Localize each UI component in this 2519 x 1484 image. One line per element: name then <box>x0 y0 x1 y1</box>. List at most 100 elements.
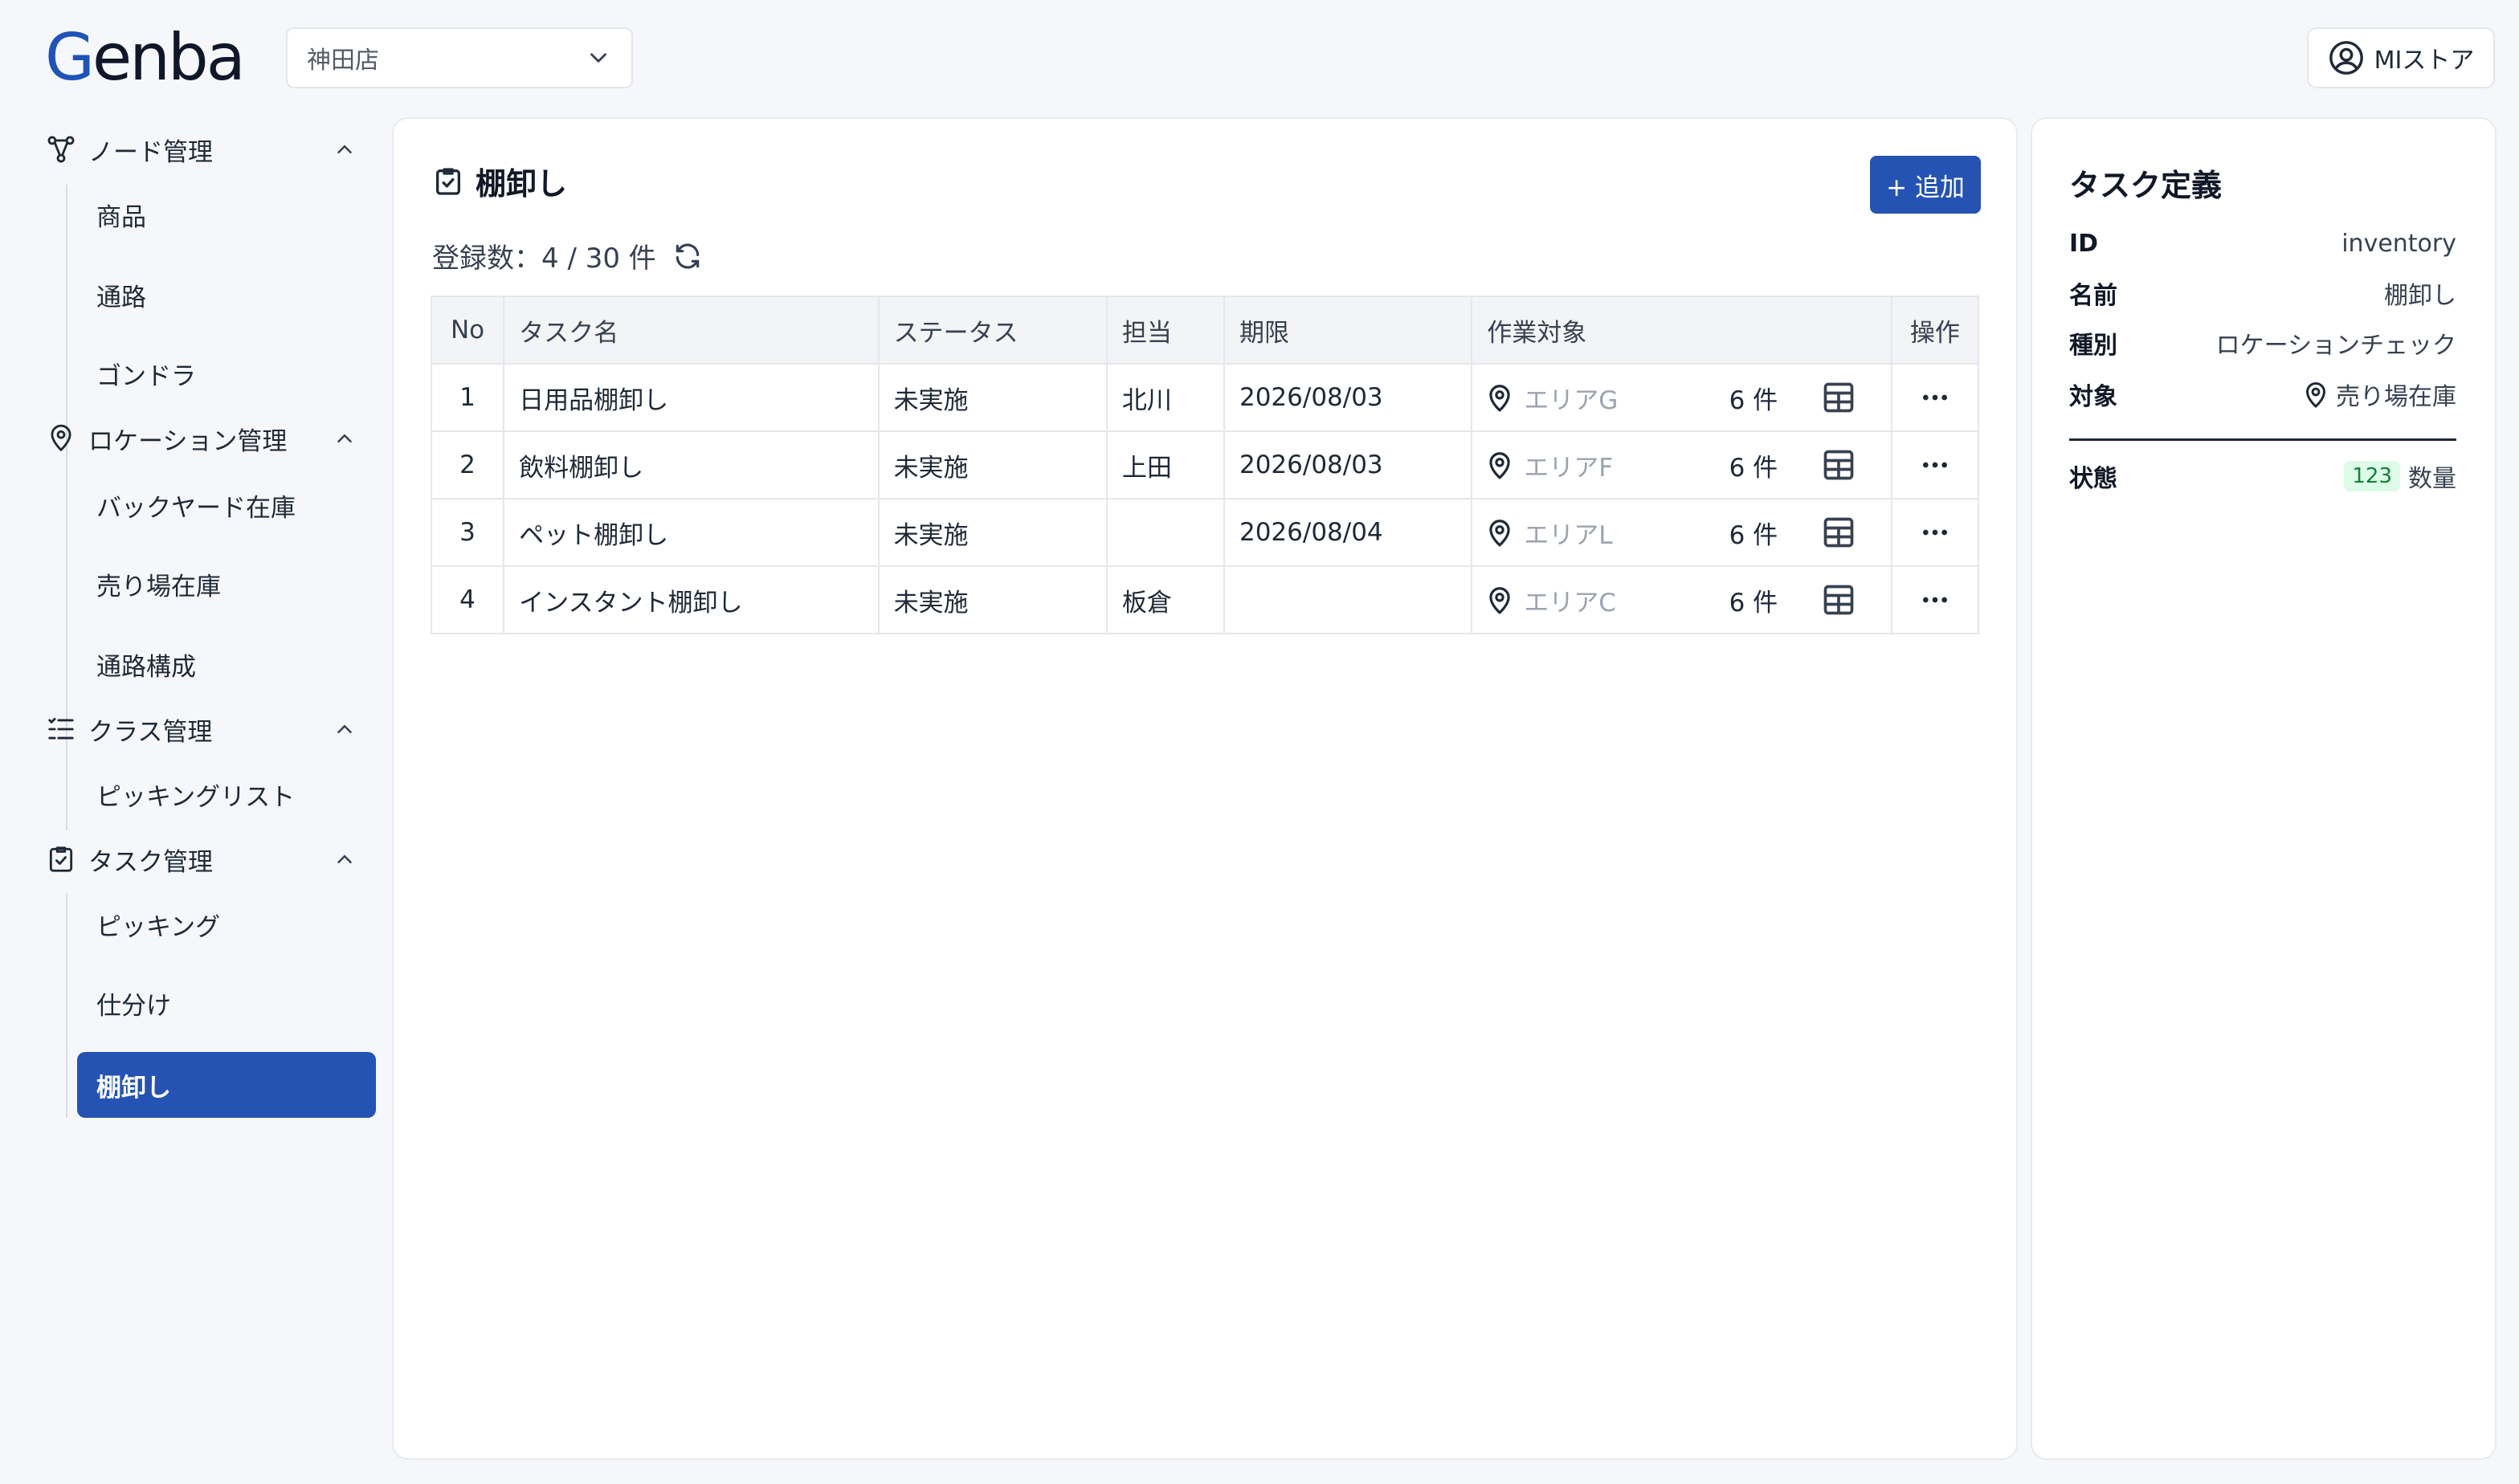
cell-task-name: インスタント棚卸し <box>503 565 880 634</box>
cell-target: エリアL <box>1471 498 1715 567</box>
table-icon[interactable] <box>1821 582 1856 618</box>
task-list-panel: 棚卸し + 追加 登録数：4 / 30 件 No タスク名 ステータス 担当 期… <box>392 117 2018 1460</box>
cell-actions[interactable] <box>1890 565 1980 634</box>
table-icon[interactable] <box>1821 515 1856 550</box>
more-horizontal-icon[interactable] <box>1919 516 1951 548</box>
sidebar-section-task[interactable]: タスク管理 <box>45 835 366 883</box>
clipboard-check-icon <box>45 843 77 875</box>
cell-status: 未実施 <box>877 430 1108 499</box>
sidebar-item-inventory[interactable]: 棚卸し <box>77 1052 376 1118</box>
more-horizontal-icon[interactable] <box>1919 449 1951 481</box>
sidebar-item-gondola[interactable]: ゴンドラ <box>77 340 376 406</box>
column-header-target[interactable]: 作業対象 <box>1471 296 1715 365</box>
detail-key: ID <box>2069 229 2099 258</box>
cell-actions[interactable] <box>1890 498 1980 567</box>
column-header-assignee[interactable]: 担当 <box>1105 296 1225 365</box>
sidebar-section-node[interactable]: ノード管理 <box>45 125 366 173</box>
cell-table-view[interactable] <box>1786 430 1892 499</box>
sidebar-section-label: ロケーション管理 <box>88 426 288 456</box>
sidebar-item-picking-list[interactable]: ピッキングリスト <box>77 761 376 827</box>
table-icon[interactable] <box>1821 447 1856 483</box>
cell-count: 6 件 <box>1714 430 1787 499</box>
more-horizontal-icon[interactable] <box>1919 584 1951 616</box>
detail-key: 状態 <box>2069 465 2117 493</box>
chevron-up-icon[interactable] <box>333 137 357 161</box>
sidebar-item-floor-stock[interactable]: 売り場在庫 <box>77 551 376 617</box>
sidebar-section-label: ノード管理 <box>88 137 213 167</box>
clipboard-check-icon <box>436 167 460 195</box>
record-count: 登録数：4 / 30 件 <box>432 236 703 275</box>
detail-value: inventory <box>2341 229 2456 258</box>
refresh-icon[interactable] <box>672 241 703 271</box>
table-row[interactable]: 4 インスタント棚卸し 未実施 板倉 エリアC 6 件 <box>430 565 1980 634</box>
cell-assignee: 板倉 <box>1105 565 1225 634</box>
cell-area: エリアL <box>1524 520 1613 550</box>
detail-value: ロケーションチェック <box>2215 332 2456 360</box>
detail-value: 数量 <box>2408 465 2456 493</box>
sidebar-section-label: クラス管理 <box>88 717 213 747</box>
cell-actions[interactable] <box>1890 363 1980 432</box>
sidebar-item-aisle-layout[interactable]: 通路構成 <box>77 631 376 697</box>
cell-status: 未実施 <box>877 363 1108 432</box>
table-row[interactable]: 3 ペット棚卸し 未実施 2026/08/04 エリアL 6 件 <box>430 498 1980 567</box>
cell-table-view[interactable] <box>1786 363 1892 432</box>
sidebar-section-location[interactable]: ロケーション管理 <box>45 414 366 463</box>
cell-no: 3 <box>430 498 505 567</box>
list-check-icon <box>45 713 77 745</box>
user-account-button[interactable]: MIストア <box>2307 27 2495 88</box>
table-row[interactable]: 2 飲料棚卸し 未実施 上田 2026/08/03 エリアF 6 件 <box>430 430 1980 499</box>
cell-count: 6 件 <box>1714 363 1787 432</box>
column-header-spacer <box>1786 296 1892 365</box>
detail-row-id: ID inventory <box>2069 223 2456 263</box>
store-select[interactable]: 神田店 <box>286 27 633 88</box>
cell-assignee: 北川 <box>1105 363 1225 432</box>
add-task-button[interactable]: + 追加 <box>1870 156 1981 214</box>
sidebar-item-picking[interactable]: ピッキング <box>77 891 376 957</box>
chevron-up-icon[interactable] <box>333 717 357 741</box>
column-header-spacer <box>1714 296 1787 365</box>
cell-area: エリアG <box>1524 385 1619 415</box>
store-select-value: 神田店 <box>307 47 379 75</box>
cell-status: 未実施 <box>877 498 1108 567</box>
cell-table-view[interactable] <box>1786 498 1892 567</box>
detail-key: 名前 <box>2069 282 2117 310</box>
sidebar-section-label: タスク管理 <box>88 847 213 877</box>
sidebar-tree-line <box>66 763 67 830</box>
user-name: MIストア <box>2374 47 2475 75</box>
cell-table-view[interactable] <box>1786 565 1892 634</box>
number-type-badge: 123 <box>2344 461 2400 491</box>
cell-no: 1 <box>430 363 505 432</box>
chevron-up-icon[interactable] <box>333 426 357 450</box>
column-header-no[interactable]: No <box>430 296 505 365</box>
column-header-due[interactable]: 期限 <box>1223 296 1473 365</box>
cell-due: 2026/08/03 <box>1223 363 1473 432</box>
sidebar-item-products[interactable]: 商品 <box>77 181 376 247</box>
table-row[interactable]: 1 日用品棚卸し 未実施 北川 2026/08/03 エリアG 6 件 <box>430 363 1980 432</box>
page-title: 棚卸し <box>432 159 567 203</box>
column-header-status[interactable]: ステータス <box>877 296 1108 365</box>
detail-value: 売り場在庫 <box>2336 383 2456 411</box>
cell-no: 4 <box>430 565 505 634</box>
detail-key: 対象 <box>2069 383 2117 411</box>
detail-value-wrap: 123 数量 <box>2344 459 2456 494</box>
cell-actions[interactable] <box>1890 430 1980 499</box>
location-pin-icon <box>1489 520 1510 547</box>
table-icon[interactable] <box>1821 380 1856 415</box>
sidebar-section-class[interactable]: クラス管理 <box>45 705 366 753</box>
sidebar-item-sorting[interactable]: 仕分け <box>77 970 376 1036</box>
user-circle-icon <box>2329 41 2363 75</box>
detail-value: 棚卸し <box>2384 282 2456 310</box>
column-header-task-name[interactable]: タスク名 <box>503 296 880 365</box>
location-pin-icon <box>45 422 77 455</box>
cell-task-name: 飲料棚卸し <box>503 430 880 499</box>
location-pin-icon <box>2305 382 2326 408</box>
node-icon <box>45 133 77 165</box>
cell-area: エリアC <box>1524 588 1616 618</box>
cell-target: エリアF <box>1471 430 1715 499</box>
chevron-up-icon[interactable] <box>333 847 357 871</box>
cell-due: 2026/08/04 <box>1223 498 1473 567</box>
sidebar-item-aisle[interactable]: 通路 <box>77 262 376 328</box>
table-header-row: No タスク名 ステータス 担当 期限 作業対象 操作 <box>430 296 1980 365</box>
sidebar-item-backyard-stock[interactable]: バックヤード在庫 <box>77 472 376 538</box>
more-horizontal-icon[interactable] <box>1919 381 1951 414</box>
